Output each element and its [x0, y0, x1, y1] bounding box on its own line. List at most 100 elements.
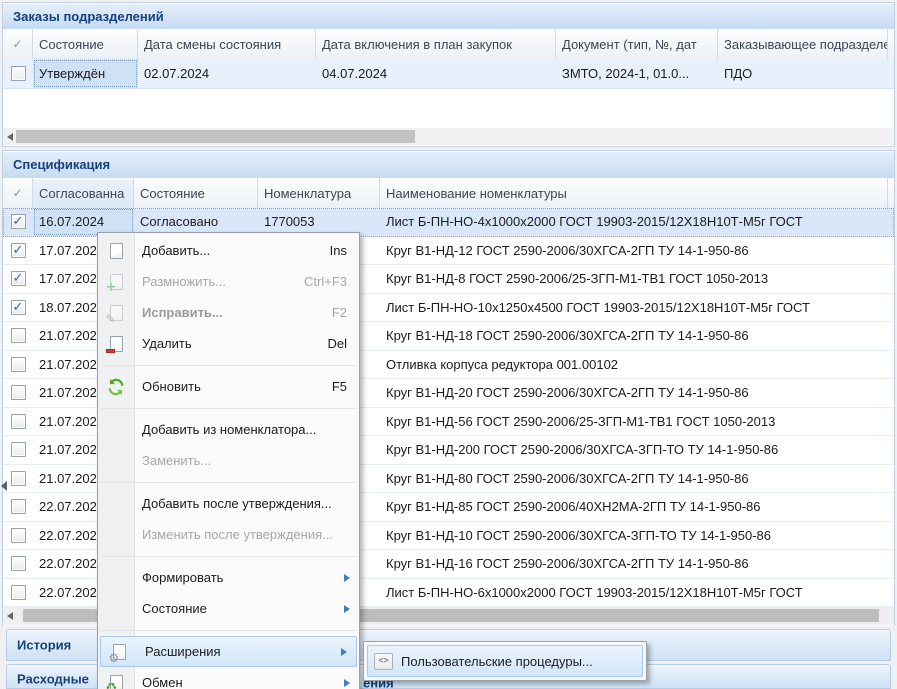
- spec-cell-check[interactable]: [3, 408, 33, 436]
- menu-item-добавить-из-номенклатора[interactable]: Добавить из номенклатора...: [98, 414, 359, 445]
- menu-item-shortcut: Del: [327, 336, 347, 351]
- doc-new-icon: [106, 241, 126, 261]
- docs-exchange-icon: ♻: [106, 673, 126, 689]
- menu-item-формировать[interactable]: Формировать: [98, 562, 359, 593]
- spec-column-header-state[interactable]: Состояние: [134, 178, 258, 208]
- gear-badge-icon: ⚙: [109, 653, 120, 663]
- spec-hscrollbar-left-icon[interactable]: [7, 612, 13, 620]
- submenu-item-user-procedures[interactable]: <> Пользовательские процедуры...: [367, 645, 643, 677]
- submenu-arrow-icon: [344, 679, 350, 687]
- menu-item-изменить-после-утверждения[interactable]: Изменить после утверждения...: [98, 519, 359, 550]
- menu-item-удалить[interactable]: УдалитьDel: [98, 328, 359, 359]
- spec-cell-value: 22.07.2024: [39, 556, 104, 571]
- orders-column-header-department[interactable]: Заказывающее подразделе: [718, 29, 888, 59]
- spec-cell-check[interactable]: [3, 436, 33, 464]
- menu-item-заменить[interactable]: Заменить...: [98, 445, 359, 476]
- orders-hscrollbar[interactable]: [3, 128, 894, 145]
- menu-item-label: Размножить...: [142, 274, 226, 289]
- spec-row-checkbox[interactable]: [11, 471, 26, 486]
- orders-column-header-state[interactable]: Состояние: [33, 29, 138, 59]
- spec-row-checkbox[interactable]: [11, 271, 26, 286]
- spec-row-checkbox[interactable]: [11, 585, 26, 600]
- menu-item-добавить-после-утверждения[interactable]: Добавить после утверждения...: [98, 488, 359, 519]
- spec-cell-value: 21.07.2024: [39, 328, 104, 343]
- doc-copy-icon: +: [106, 272, 126, 292]
- menu-item-label: Добавить...: [142, 243, 210, 258]
- menu-separator: [98, 550, 359, 562]
- spec-cell-check[interactable]: [3, 265, 33, 293]
- spec-cell-value: Круг В1-НД-16 ГОСТ 2590-2006/30ХГСА-2ГП …: [386, 556, 749, 571]
- spec-cell-name: Круг В1-НД-16 ГОСТ 2590-2006/30ХГСА-2ГП …: [380, 550, 888, 578]
- menu-item-label: Состояние: [142, 601, 207, 616]
- orders-row-checkbox[interactable]: [11, 66, 26, 81]
- orders-table-row[interactable]: Утверждён02.07.202404.07.2024ЗМТО, 2024-…: [3, 59, 894, 89]
- orders-hscrollbar-thumb[interactable]: [16, 130, 415, 143]
- orders-hscrollbar-left-icon[interactable]: [7, 133, 13, 141]
- menu-item-размножить[interactable]: + Размножить... Ctrl+F3: [98, 266, 359, 297]
- spec-cell-check[interactable]: [3, 237, 33, 265]
- refresh-icon: [106, 377, 126, 397]
- menu-item-обмен[interactable]: ♻ Обмен: [98, 667, 359, 689]
- plus-badge-icon: +: [106, 283, 117, 293]
- splitter-collapse-icon[interactable]: [1, 481, 7, 491]
- spec-row-checkbox[interactable]: [11, 214, 26, 229]
- spec-row-checkbox[interactable]: [11, 385, 26, 400]
- spec-cell-check[interactable]: [3, 379, 33, 407]
- menu-item-расширения[interactable]: ⚙ Расширения: [100, 636, 357, 667]
- spec-cell-check[interactable]: [3, 208, 33, 236]
- spec-cell-value: Круг В1-НД-18 ГОСТ 2590-2006/30ХГСА-2ГП …: [386, 328, 749, 343]
- spec-cell-name: Круг В1-НД-200 ГОСТ 2590-2006/30ХГСА-ЗГП…: [380, 436, 888, 464]
- spec-row-checkbox[interactable]: [11, 442, 26, 457]
- spec-cell-value: Лист Б-ПН-НО-6х1000х2000 ГОСТ 19903-2015…: [386, 585, 803, 600]
- spec-cell-value: 1770053: [264, 214, 315, 229]
- page-shape: ✎: [110, 305, 123, 321]
- orders-column-header-date_plan[interactable]: Дата включения в план закупок: [316, 29, 556, 59]
- menu-item-обновить[interactable]: ОбновитьF5: [98, 371, 359, 402]
- menu-item-label: Расширения: [145, 644, 221, 659]
- spec-cell-check[interactable]: [3, 351, 33, 379]
- menu-item-состояние[interactable]: Состояние: [98, 593, 359, 624]
- menu-item-добавить[interactable]: Добавить...Ins: [98, 235, 359, 266]
- menu-item-исправить[interactable]: ✎Исправить...F2: [98, 297, 359, 328]
- orders-column-header-check[interactable]: ✓: [3, 29, 33, 59]
- spec-column-header-name[interactable]: Наименование номенклатуры: [380, 178, 888, 208]
- spec-cell-value: 21.07.2024: [39, 471, 104, 486]
- spec-cell-check[interactable]: [3, 465, 33, 493]
- spec-row-checkbox[interactable]: [11, 499, 26, 514]
- orders-panel-title-label: Заказы подразделений: [13, 9, 164, 24]
- menu-separator: [98, 359, 359, 371]
- orders-cell-check[interactable]: [3, 59, 33, 88]
- spec-cell-check[interactable]: [3, 493, 33, 521]
- submenu-item-label: Пользовательские процедуры...: [401, 654, 593, 669]
- spec-cell-name: Круг В1-НД-20 ГОСТ 2590-2006/30ХГСА-2ГП …: [380, 379, 888, 407]
- menu-item-label: Формировать: [142, 570, 223, 585]
- orders-column-header-date_change[interactable]: Дата смены состояния: [138, 29, 316, 59]
- menu-item-label: Заменить...: [142, 453, 211, 468]
- spec-row-checkbox[interactable]: [11, 243, 26, 258]
- spec-cell-value: Лист Б-ПН-НО-4х1000х2000 ГОСТ 19903-2015…: [386, 214, 803, 229]
- spec-row-checkbox[interactable]: [11, 528, 26, 543]
- menu-separator: [98, 624, 359, 636]
- spec-cell-check[interactable]: [3, 522, 33, 550]
- recycle-badge-icon: ♻: [106, 684, 118, 689]
- spec-row-checkbox[interactable]: [11, 328, 26, 343]
- spec-cell-check[interactable]: [3, 294, 33, 322]
- orders-cell-document: ЗМТО, 2024-1, 01.0...: [556, 59, 718, 88]
- spec-column-header-nomenclature[interactable]: Номенклатура: [258, 178, 380, 208]
- user-procedures-icon-glyph: <>: [374, 653, 393, 670]
- spec-cell-check[interactable]: [3, 550, 33, 578]
- spec-cell-check[interactable]: [3, 322, 33, 350]
- submenu-arrow-icon: [341, 648, 347, 656]
- menu-item-label: Обмен: [142, 675, 183, 689]
- spec-column-header-label: Согласованна: [39, 186, 124, 201]
- orders-column-header-document[interactable]: Документ (тип, №, дат: [556, 29, 718, 59]
- spec-column-header-check[interactable]: ✓: [3, 178, 33, 208]
- spec-row-checkbox[interactable]: [11, 300, 26, 315]
- spec-row-checkbox[interactable]: [11, 414, 26, 429]
- spec-row-checkbox[interactable]: [11, 357, 26, 372]
- spec-column-header-agreed[interactable]: Согласованна: [33, 178, 134, 208]
- menu-item-label: Добавить из номенклатора...: [142, 422, 316, 437]
- spec-row-checkbox[interactable]: [11, 556, 26, 571]
- menu-item-shortcut: Ctrl+F3: [304, 274, 347, 289]
- spec-cell-check[interactable]: [3, 579, 33, 607]
